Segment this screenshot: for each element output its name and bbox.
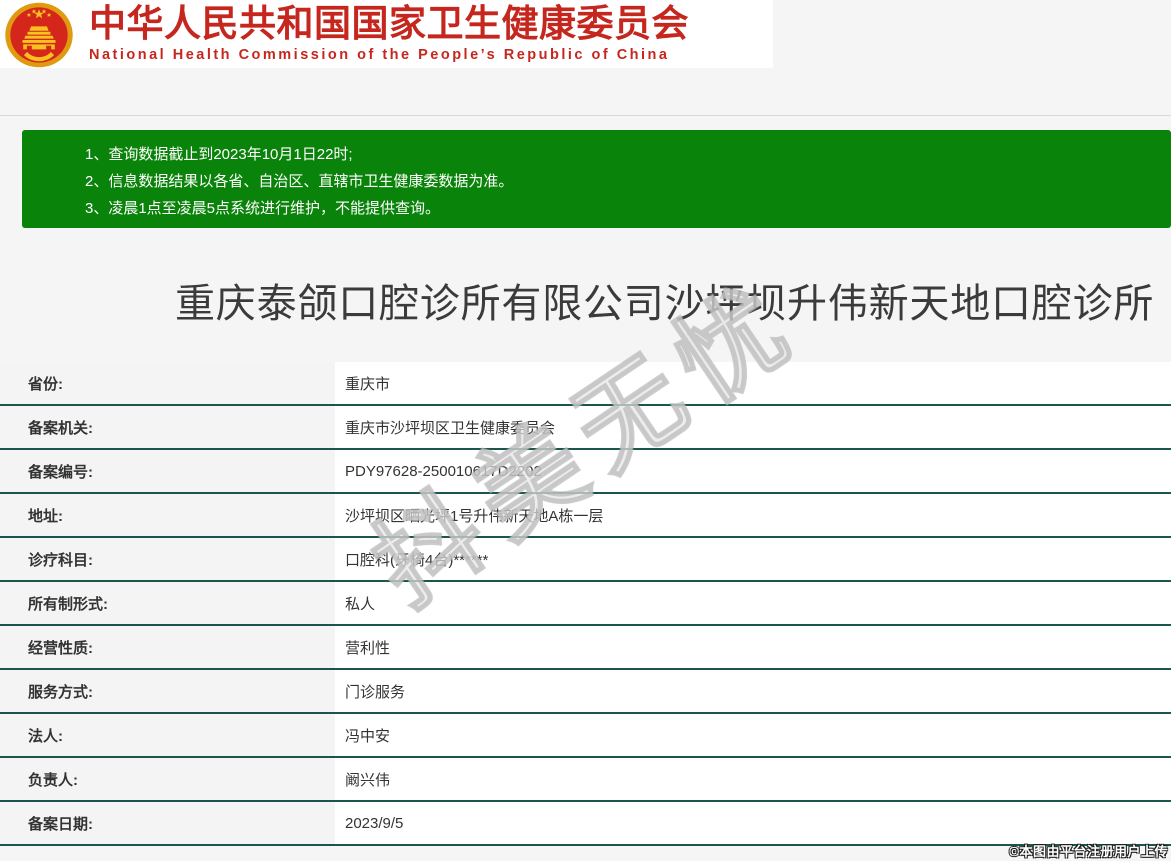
table-row: 备案日期: 2023/9/5: [0, 802, 1171, 846]
field-value: 重庆市沙坪坝区卫生健康委员会: [345, 419, 556, 437]
field-value: 沙坪坝区晒光坪1号升伟新天地A栋一层: [345, 507, 604, 525]
table-row: 经营性质: 营利性: [0, 626, 1171, 670]
field-label: 省份:: [0, 362, 335, 404]
field-label: 备案机关:: [0, 406, 335, 448]
header-title-cn: 中华人民共和国国家卫生健康委员会: [89, 3, 689, 45]
field-value: 营利性: [345, 639, 391, 657]
notice-line-2: 2、信息数据结果以各省、自治区、直辖市卫生健康委数据为准。: [85, 173, 514, 190]
table-row: 备案编号: PDY97628-250010617D2202: [0, 450, 1171, 494]
field-label: 负责人:: [0, 758, 335, 800]
field-label: 备案编号:: [0, 450, 335, 492]
table-row: 省份: 重庆市: [0, 362, 1171, 406]
field-label: 法人:: [0, 714, 335, 756]
header-divider: [0, 115, 1171, 116]
table-row: 地址: 沙坪坝区晒光坪1号升伟新天地A栋一层: [0, 494, 1171, 538]
field-label: 备案日期:: [0, 802, 335, 844]
table-row: 法人: 冯中安: [0, 714, 1171, 758]
field-label: 经营性质:: [0, 626, 335, 668]
table-row: 所有制形式: 私人: [0, 582, 1171, 626]
header-title-en: National Health Commission of the People…: [89, 46, 670, 63]
table-row: 诊疗科目: 口腔科(牙椅4台)******: [0, 538, 1171, 582]
field-label: 地址:: [0, 494, 335, 536]
table-row: 服务方式: 门诊服务: [0, 670, 1171, 714]
field-value: 冯中安: [345, 727, 391, 745]
header-titles: 中华人民共和国国家卫生健康委员会 National Health Commiss…: [89, 3, 689, 63]
field-value: 重庆市: [345, 375, 391, 393]
field-label: 服务方式:: [0, 670, 335, 712]
upload-credit: ©本图由平台注册用户上传: [1009, 844, 1168, 859]
field-value: 口腔科(牙椅4台)******: [345, 551, 489, 569]
record-table: 省份: 重庆市 备案机关: 重庆市沙坪坝区卫生健康委员会 备案编号: PDY97…: [0, 362, 1171, 846]
field-value: 门诊服务: [345, 683, 406, 701]
record-title: 重庆泰颌口腔诊所有限公司沙坪坝升伟新天地口腔诊所: [175, 282, 1155, 326]
field-label: 所有制形式:: [0, 582, 335, 624]
field-label: 诊疗科目:: [0, 538, 335, 580]
notice-box: 1、查询数据截止到2023年10月1日22时; 2、信息数据结果以各省、自治区、…: [22, 130, 1171, 228]
field-value: 阚兴伟: [345, 771, 391, 789]
field-value: PDY97628-250010617D2202: [345, 462, 542, 480]
table-row: 负责人: 阚兴伟: [0, 758, 1171, 802]
field-value: 私人: [345, 595, 376, 613]
header-banner: 中华人民共和国国家卫生健康委员会 National Health Commiss…: [0, 0, 773, 68]
notice-line-3: 3、凌晨1点至凌晨5点系统进行维护，不能提供查询。: [85, 200, 441, 217]
notice-line-1: 1、查询数据截止到2023年10月1日22时;: [85, 146, 353, 163]
national-emblem-icon: [5, 2, 73, 67]
field-value: 2023/9/5: [345, 814, 404, 832]
table-row: 备案机关: 重庆市沙坪坝区卫生健康委员会: [0, 406, 1171, 450]
